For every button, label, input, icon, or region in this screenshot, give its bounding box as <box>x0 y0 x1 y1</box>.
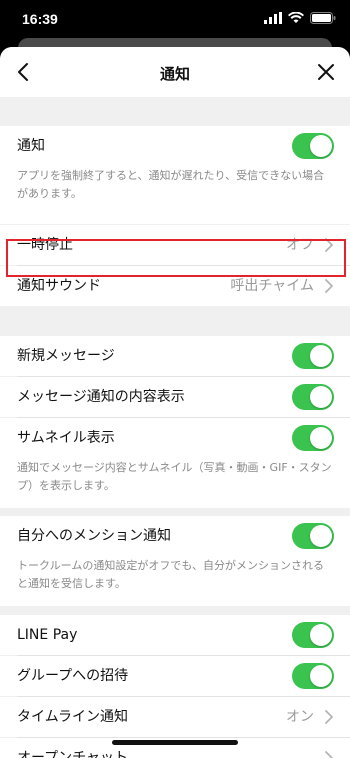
row-label: 新規メッセージ <box>17 348 115 364</box>
row-label: 自分へのメンション通知 <box>17 528 171 544</box>
toggle-knob <box>310 427 332 449</box>
chevron-right-icon <box>325 751 333 758</box>
signal-icon <box>264 12 282 24</box>
toggle-knob <box>310 624 332 646</box>
notification-settings-sheet: 通知 通知 アプリを強制終了すると、通知が遅れたり、受信できない場合があります。… <box>0 47 350 758</box>
notification-toggle[interactable] <box>292 133 334 159</box>
row-label: 一時停止 <box>17 237 73 253</box>
chevron-right-icon <box>325 238 333 252</box>
nav-bar: 通知 <box>0 47 350 97</box>
row-mention: 自分へのメンション通知 <box>0 516 350 556</box>
status-time: 16:39 <box>22 11 58 27</box>
notification-hint: アプリを強制終了すると、通知が遅れたり、受信できない場合があります。 <box>0 166 350 224</box>
thumbnail-toggle[interactable] <box>292 425 334 451</box>
row-notification: 通知 <box>0 126 350 166</box>
row-thumbnail: サムネイル表示 <box>0 418 350 458</box>
toggle-knob <box>310 665 332 687</box>
row-label: グループへの招待 <box>17 668 129 684</box>
row-timeline[interactable]: タイムライン通知 オン <box>0 697 350 737</box>
thumbnail-hint: 通知でメッセージ内容とサムネイル（写真・動画・GIF・スタンプ）を表示します。 <box>0 458 350 508</box>
row-label: サムネイル表示 <box>17 430 115 446</box>
toggle-knob <box>310 345 332 367</box>
row-value: オフ <box>286 237 314 253</box>
row-value: 呼出チャイム <box>230 278 314 294</box>
new-message-toggle[interactable] <box>292 343 334 369</box>
toggle-knob <box>310 386 332 408</box>
row-group-invite: グループへの招待 <box>0 656 350 696</box>
row-value: オン <box>286 709 314 725</box>
chevron-right-icon <box>325 710 333 724</box>
row-label: 通知サウンド <box>17 278 101 294</box>
home-indicator <box>112 740 238 745</box>
line-pay-toggle[interactable] <box>292 622 334 648</box>
chevron-right-icon <box>325 279 333 293</box>
toggle-knob <box>310 135 332 157</box>
wifi-icon <box>288 12 304 23</box>
toggle-knob <box>310 525 332 547</box>
row-new-message: 新規メッセージ <box>0 336 350 376</box>
row-message-content: メッセージ通知の内容表示 <box>0 377 350 417</box>
mention-toggle[interactable] <box>292 523 334 549</box>
group-invite-toggle[interactable] <box>292 663 334 689</box>
row-label: メッセージ通知の内容表示 <box>17 389 185 405</box>
row-label: LINE Pay <box>17 627 78 643</box>
mention-hint: トークルームの通知設定がオフでも、自分がメンションされると通知を受信します。 <box>0 556 350 606</box>
row-line-pay: LINE Pay <box>0 615 350 655</box>
status-bar: 16:39 <box>0 0 350 40</box>
row-pause[interactable]: 一時停止 オフ <box>0 225 350 265</box>
battery-icon <box>310 12 336 24</box>
row-label: 通知 <box>17 138 45 154</box>
page-title: 通知 <box>159 65 190 83</box>
close-icon[interactable] <box>314 60 338 84</box>
row-label: タイムライン通知 <box>17 709 129 725</box>
status-icons <box>264 12 336 24</box>
message-content-toggle[interactable] <box>292 384 334 410</box>
row-notification-sound[interactable]: 通知サウンド 呼出チャイム <box>0 266 350 306</box>
